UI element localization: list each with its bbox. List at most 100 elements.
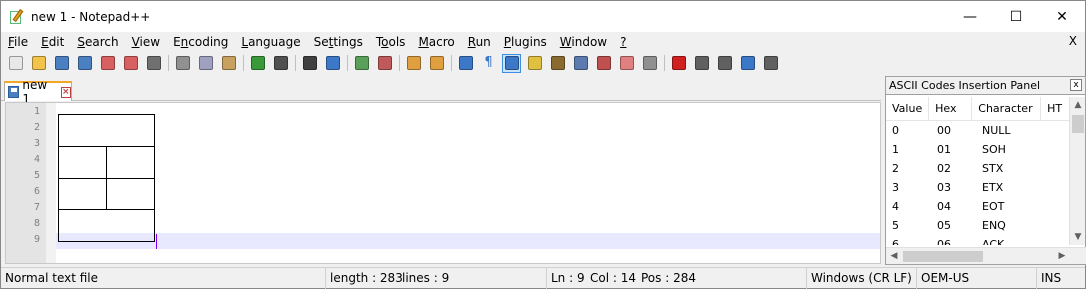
- print-icon: [146, 56, 161, 70]
- word-wrap-icon: [458, 56, 473, 70]
- doc-list-button[interactable]: [571, 54, 590, 73]
- replace-button[interactable]: [323, 54, 342, 73]
- status-encoding[interactable]: OEM-US: [916, 268, 969, 289]
- open-file-button[interactable]: [29, 54, 48, 73]
- ascii-row[interactable]: 1 01 SOH: [886, 140, 1070, 159]
- word-wrap-button[interactable]: [456, 54, 475, 73]
- menu-run[interactable]: Run: [461, 32, 497, 52]
- sync-horizontal-icon: [429, 56, 444, 70]
- column-header-character[interactable]: Character: [972, 97, 1042, 121]
- scroll-down-icon[interactable]: ▼: [1070, 229, 1086, 245]
- udl-icon: [527, 56, 542, 70]
- monitoring-button[interactable]: [640, 54, 659, 73]
- title-bar: new 1 - Notepad++ — ☐ ✕: [1, 1, 1085, 32]
- folder-workspace-button[interactable]: [617, 54, 636, 73]
- indent-guide-button[interactable]: [502, 53, 521, 73]
- new-file-button[interactable]: [6, 54, 25, 73]
- menu-tools[interactable]: Tools: [369, 32, 412, 52]
- copy-button[interactable]: [196, 54, 215, 73]
- record-macro-button[interactable]: [669, 54, 688, 73]
- menu-edit[interactable]: Edit: [34, 32, 70, 52]
- save-button[interactable]: [52, 54, 71, 73]
- toolbar-separator: [664, 55, 665, 71]
- sync-vertical-button[interactable]: [404, 54, 423, 73]
- menu-window[interactable]: Window: [553, 32, 613, 52]
- ascii-row[interactable]: 4 04 EOT: [886, 197, 1070, 216]
- scroll-right-icon[interactable]: ▶: [1054, 248, 1070, 265]
- udl-button[interactable]: [525, 54, 544, 73]
- scroll-left-icon[interactable]: ◀: [886, 248, 902, 265]
- find-icon: [302, 56, 317, 70]
- play-macro-button[interactable]: [715, 54, 734, 73]
- close-button[interactable]: [98, 54, 117, 73]
- zoom-out-button[interactable]: [375, 54, 394, 73]
- stop-macro-icon: [694, 56, 709, 70]
- ascii-cell: 05: [937, 219, 951, 232]
- stop-macro-button[interactable]: [692, 54, 711, 73]
- undo-button[interactable]: [248, 54, 267, 73]
- paste-button[interactable]: [219, 54, 238, 73]
- ascii-row[interactable]: 6 06 ACK: [886, 235, 1070, 245]
- menu-view[interactable]: View: [125, 32, 166, 52]
- status-insert-mode[interactable]: INS: [1036, 268, 1061, 289]
- tab-new-1[interactable]: new 1 ×: [4, 78, 72, 106]
- panel-close-icon[interactable]: x: [1070, 79, 1082, 91]
- status-eol[interactable]: Windows (CR LF): [806, 268, 912, 289]
- hscroll-thumb[interactable]: [903, 251, 983, 262]
- ascii-cell: ACK: [982, 238, 1005, 245]
- zoom-in-button[interactable]: [352, 54, 371, 73]
- panel-title: ASCII Codes Insertion Panel: [889, 79, 1041, 92]
- column-header-ht[interactable]: HT: [1041, 97, 1070, 121]
- play-multiple-macro-button[interactable]: [738, 54, 757, 73]
- copy-icon: [198, 56, 213, 70]
- column-header-hex[interactable]: Hex: [929, 97, 973, 121]
- fold-margin[interactable]: [46, 103, 56, 263]
- menu-macro[interactable]: Macro: [411, 32, 460, 52]
- play-multiple-macro-icon: [740, 56, 755, 70]
- ascii-cell: 02: [937, 162, 951, 175]
- close-document-button[interactable]: X: [1069, 34, 1077, 48]
- line-number: 1: [33, 106, 40, 117]
- scroll-up-icon[interactable]: ▲: [1070, 97, 1086, 113]
- ascii-cell: STX: [982, 162, 1004, 175]
- status-lines: lines : 9: [402, 271, 450, 285]
- menu-file[interactable]: File: [1, 32, 34, 52]
- panel-vertical-scrollbar[interactable]: ▲ ▼: [1069, 97, 1085, 245]
- text-caret: [156, 234, 157, 249]
- close-all-button[interactable]: [121, 54, 140, 73]
- paste-icon: [221, 56, 236, 70]
- show-all-chars-button[interactable]: ¶: [479, 54, 498, 73]
- menu-search[interactable]: Search: [70, 32, 124, 52]
- ascii-cell: ENQ: [982, 219, 1006, 232]
- print-button[interactable]: [144, 54, 163, 73]
- ascii-row[interactable]: 2 02 STX: [886, 159, 1070, 178]
- scroll-thumb[interactable]: [1072, 115, 1084, 133]
- maximize-button[interactable]: ☐: [993, 1, 1039, 32]
- ascii-row[interactable]: 3 03 ETX: [886, 178, 1070, 197]
- text-editor[interactable]: 1 2 3 4 5 6 7 8 9: [5, 102, 881, 264]
- menu-encoding[interactable]: Encoding: [166, 32, 234, 52]
- ascii-row[interactable]: 5 05 ENQ: [886, 216, 1070, 235]
- line-number: 6: [33, 186, 40, 197]
- save-macro-button[interactable]: [761, 54, 780, 73]
- ascii-cell: 03: [937, 181, 951, 194]
- current-line-highlight: [56, 233, 880, 249]
- menu-language[interactable]: Language: [234, 32, 306, 52]
- save-all-button[interactable]: [75, 54, 94, 73]
- new-file-icon: [8, 56, 23, 70]
- find-button[interactable]: [300, 54, 319, 73]
- menu-plugins[interactable]: Plugins: [497, 32, 553, 52]
- function-list-button[interactable]: [594, 54, 613, 73]
- panel-horizontal-scrollbar[interactable]: ◀ ▶: [886, 247, 1086, 264]
- redo-button[interactable]: [271, 54, 290, 73]
- ascii-row[interactable]: 0 00 NULL: [886, 121, 1070, 140]
- cut-button[interactable]: [173, 54, 192, 73]
- doc-map-button[interactable]: [548, 54, 567, 73]
- minimize-button[interactable]: —: [947, 1, 993, 32]
- menu-settings[interactable]: Settings: [307, 32, 369, 52]
- tab-close-icon[interactable]: ×: [60, 86, 71, 98]
- sync-horizontal-button[interactable]: [427, 54, 446, 73]
- menu-help[interactable]: ?: [613, 32, 632, 52]
- column-header-value[interactable]: Value: [886, 97, 930, 121]
- close-window-button[interactable]: ✕: [1039, 1, 1085, 32]
